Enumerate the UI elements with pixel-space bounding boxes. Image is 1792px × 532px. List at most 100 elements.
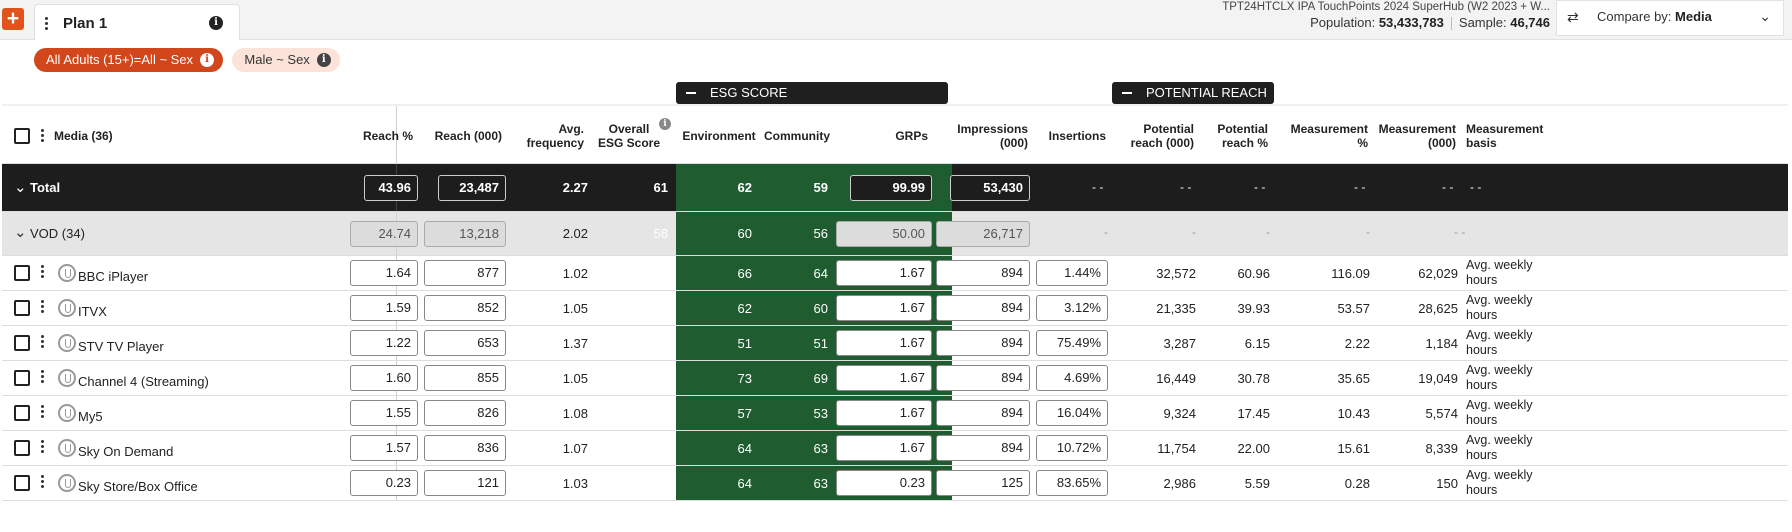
reach-pct-input[interactable]: 1.59: [350, 295, 418, 321]
grps-input[interactable]: 1.67: [836, 365, 932, 391]
row-checkbox[interactable]: [14, 265, 30, 281]
col-impressions[interactable]: Impressions (000): [952, 106, 1028, 166]
col-overall-esg[interactable]: Overall ESG Score: [596, 106, 662, 166]
impressions-input[interactable]: 894: [936, 365, 1030, 391]
info-icon[interactable]: i: [316, 53, 331, 67]
row-menu-icon[interactable]: [41, 265, 45, 279]
total-reach-pct-input[interactable]: 43.96: [364, 175, 418, 201]
select-all-checkbox[interactable]: [14, 128, 30, 144]
row-menu-icon[interactable]: [41, 335, 45, 349]
vod-group-row[interactable]: ⌄ VOD (34) 24.74 13,218 2.02 58 60 56 50…: [2, 212, 1788, 256]
insertions-input[interactable]: 83.65%: [1036, 470, 1108, 496]
vod-avg-frequency: 2.02: [562, 226, 588, 241]
row-checkbox[interactable]: [14, 475, 30, 491]
col-community[interactable]: Community: [762, 106, 832, 166]
plan-menu-icon[interactable]: [45, 17, 49, 30]
collapse-icon[interactable]: [686, 92, 696, 94]
table-row[interactable]: Sky Store/Box Office 0.23 121 1.03 65 64 63 0.2…: [2, 466, 1788, 501]
col-measurement-pct[interactable]: Measurement %: [1282, 106, 1368, 166]
col-measurement-000[interactable]: Measurement (000): [1379, 106, 1456, 166]
table-row[interactable]: My5 1.55 826 1.08 56 57 53 1.67 894 16.04% 9,324 17…: [2, 396, 1788, 431]
reach-pct-input[interactable]: 1.55: [350, 400, 418, 426]
reach-000-input[interactable]: 852: [424, 295, 506, 321]
row-menu-icon[interactable]: [41, 475, 45, 489]
insertions-input[interactable]: 10.72%: [1036, 435, 1108, 461]
insertions-input[interactable]: 75.49%: [1036, 330, 1108, 356]
row-menu-icon[interactable]: [41, 405, 45, 419]
reach-000-input[interactable]: 826: [424, 400, 506, 426]
reach-pct-input[interactable]: 1.64: [350, 260, 418, 286]
audience-chip-all-adults[interactable]: All Adults (15+)=All ~ Sex i: [34, 48, 224, 72]
grps-input[interactable]: 1.67: [836, 400, 932, 426]
top-bar: + Plan 1 i TPT24HTCLX IPA TouchPoints 20…: [0, 0, 1792, 40]
esg-info-icon[interactable]: i: [659, 118, 671, 130]
reach-000-input[interactable]: 653: [424, 330, 506, 356]
col-media[interactable]: Media (36): [54, 106, 254, 166]
col-reach-000[interactable]: Reach (000): [422, 106, 502, 166]
row-checkbox[interactable]: [14, 370, 30, 386]
table-row[interactable]: STV TV Player 1.22 653 1.37 54 51 51 1.67 894 75.…: [2, 326, 1788, 361]
audience-chip-male[interactable]: Male ~ Sex i: [232, 48, 340, 72]
table-row[interactable]: ITVX 1.59 852 1.05 61 62 60 1.67 894 3.12% 21,335 3…: [2, 291, 1788, 326]
col-environment[interactable]: Environment: [682, 106, 756, 166]
total-reach-000-input[interactable]: 23,487: [438, 175, 506, 201]
insertions-input[interactable]: 3.12%: [1036, 295, 1108, 321]
col-insertions[interactable]: Insertions: [1042, 106, 1106, 166]
plan-tab[interactable]: Plan 1 i: [34, 4, 240, 40]
column-menu-icon[interactable]: [41, 129, 45, 143]
row-checkbox[interactable]: [14, 405, 30, 421]
potential-reach-group-header[interactable]: POTENTIAL REACH: [1112, 82, 1274, 104]
impressions-input[interactable]: 894: [936, 435, 1030, 461]
col-reach-pct[interactable]: Reach %: [347, 106, 413, 166]
col-potential-reach-000[interactable]: Potential reach (000): [1118, 106, 1194, 166]
row-checkbox[interactable]: [14, 300, 30, 316]
insertions-input[interactable]: 4.69%: [1036, 365, 1108, 391]
reach-000-input[interactable]: 877: [424, 260, 506, 286]
reach-000-input[interactable]: 121: [424, 470, 506, 496]
grps-input[interactable]: 1.67: [836, 260, 932, 286]
row-checkbox[interactable]: [14, 335, 30, 351]
grps-input[interactable]: 0.23: [836, 470, 932, 496]
reach-pct-input[interactable]: 1.57: [350, 435, 418, 461]
row-menu-icon[interactable]: [41, 370, 45, 384]
total-row[interactable]: ⌄ Total 43.96 23,487 2.27 61 62 59 99.99…: [2, 164, 1788, 212]
row-menu-icon[interactable]: [41, 300, 45, 314]
reach-pct-input[interactable]: 1.60: [350, 365, 418, 391]
impressions-input[interactable]: 894: [936, 295, 1030, 321]
col-avg-frequency[interactable]: Avg. frequency: [522, 106, 584, 166]
col-measurement-basis[interactable]: Measurement basis: [1466, 106, 1546, 166]
impressions-input[interactable]: 894: [936, 400, 1030, 426]
total-impressions-input[interactable]: 53,430: [950, 175, 1030, 201]
row-checkbox[interactable]: [14, 440, 30, 456]
add-plan-button[interactable]: +: [2, 8, 24, 30]
reach-pct-input[interactable]: 0.23: [350, 470, 418, 496]
table-row[interactable]: Channel 4 (Streaming) 1.60 855 1.05 74 73 69 1.…: [2, 361, 1788, 396]
measurement-000: 19,049: [1418, 370, 1458, 386]
col-grps[interactable]: GRPs: [862, 106, 928, 166]
compare-by-dropdown[interactable]: ⇄ Compare by: Media ⌄: [1556, 0, 1784, 36]
grps-input[interactable]: 1.67: [836, 295, 932, 321]
reach-pct-input[interactable]: 1.22: [350, 330, 418, 356]
potential-reach-000: 21,335: [1156, 300, 1196, 316]
collapse-icon[interactable]: [1122, 92, 1132, 94]
impressions-input[interactable]: 894: [936, 330, 1030, 356]
table-row[interactable]: BBC iPlayer 1.64 877 1.02 64 66 64 1.67 894 1.44%…: [2, 256, 1788, 291]
chevron-down-icon[interactable]: ⌄: [14, 223, 27, 241]
reach-000-input[interactable]: 855: [424, 365, 506, 391]
row-menu-icon[interactable]: [41, 440, 45, 454]
reach-000-input[interactable]: 836: [424, 435, 506, 461]
grps-input[interactable]: 1.67: [836, 435, 932, 461]
chevron-down-icon[interactable]: ⌄: [14, 178, 27, 196]
col-potential-reach-pct[interactable]: Potential reach %: [1206, 106, 1268, 166]
info-icon[interactable]: i: [200, 53, 215, 67]
impressions-input[interactable]: 894: [936, 260, 1030, 286]
total-label: Total: [30, 180, 61, 195]
table-row[interactable]: Sky On Demand 1.57 836 1.07 65 64 63 1.67 894 10.…: [2, 431, 1788, 466]
plan-info-icon[interactable]: i: [209, 16, 223, 30]
total-grps-input[interactable]: 99.99: [850, 175, 932, 201]
insertions-input[interactable]: 1.44%: [1036, 260, 1108, 286]
grps-input[interactable]: 1.67: [836, 330, 932, 356]
impressions-input[interactable]: 125: [936, 470, 1030, 496]
esg-score-group-header[interactable]: ESG SCORE: [676, 82, 948, 104]
insertions-input[interactable]: 16.04%: [1036, 400, 1108, 426]
